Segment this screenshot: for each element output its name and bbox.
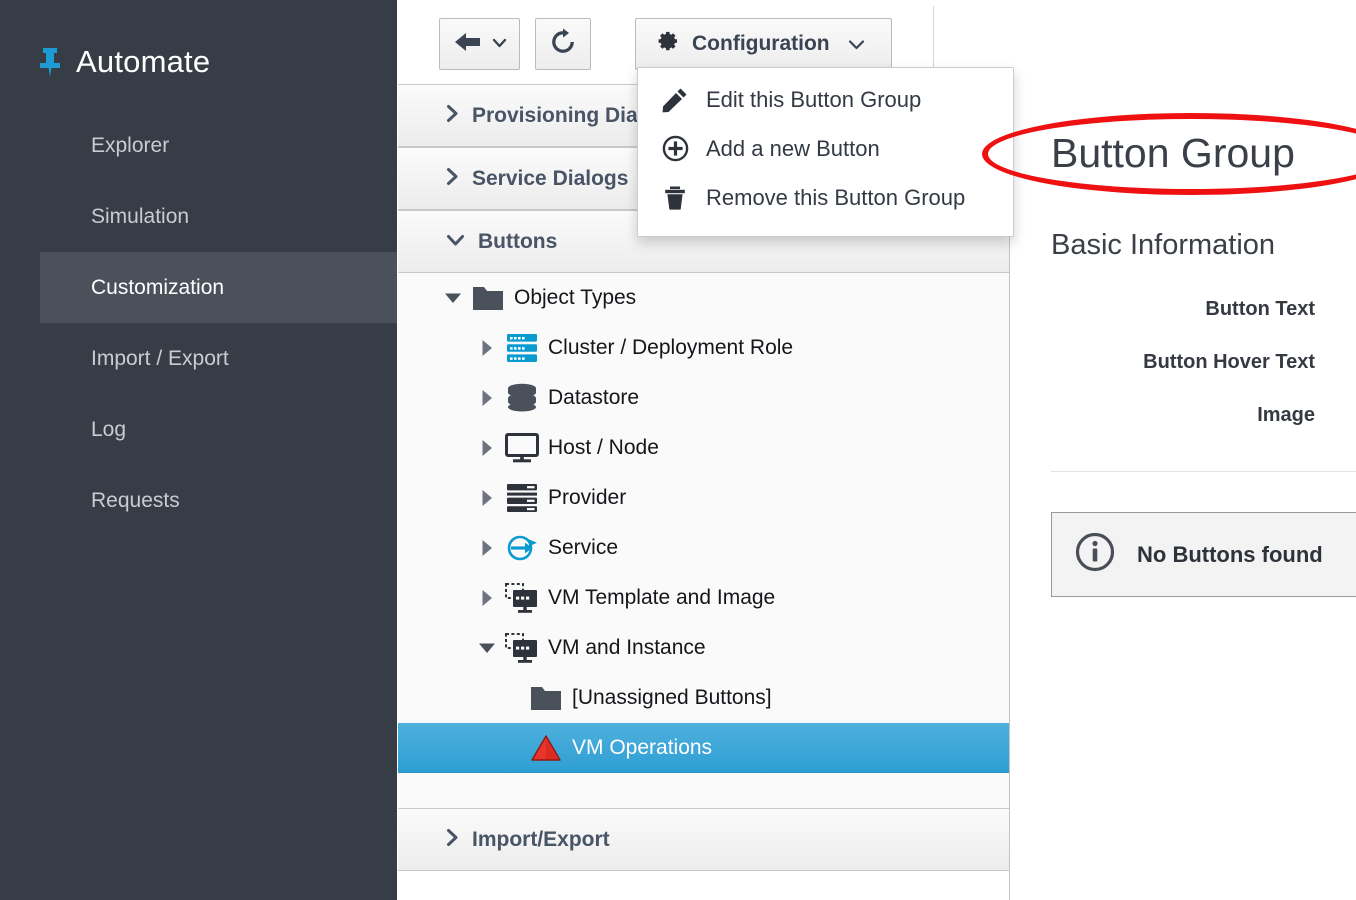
empty-state-panel: No Buttons found <box>1051 512 1356 597</box>
vm-template-icon <box>502 583 542 614</box>
sidebar-item-label: Simulation <box>91 205 189 229</box>
accordion-header-import-export[interactable]: Import/Export <box>398 808 1009 871</box>
caret-right-icon[interactable] <box>472 389 502 407</box>
detail-panel: Button Group Basic Information Button Te… <box>1011 84 1356 900</box>
app-root: Automate Explorer Simulation Customizati… <box>0 0 1356 900</box>
tree-node-label: VM Operations <box>572 736 712 760</box>
sidebar-nav: Explorer Simulation Customization Import… <box>0 110 397 536</box>
menu-item-label: Add a new Button <box>706 136 880 162</box>
tree-node-object-types[interactable]: Object Types <box>398 273 1009 323</box>
caret-right-icon[interactable] <box>472 539 502 557</box>
buttons-tree: Object Types <box>398 273 1009 808</box>
sidebar-item-label: Explorer <box>91 134 169 158</box>
field-label-button-hover-text: Button Hover Text <box>1051 351 1315 374</box>
caret-right-icon[interactable] <box>472 339 502 357</box>
service-icon <box>502 533 542 563</box>
empty-state-text: No Buttons found <box>1137 542 1323 568</box>
cluster-icon <box>502 333 542 363</box>
pin-icon <box>36 45 64 79</box>
sidebar-item-simulation[interactable]: Simulation <box>40 181 397 252</box>
tree-node-label: Provider <box>548 486 626 510</box>
accordion-header-label: Service Dialogs <box>472 167 628 191</box>
reload-icon <box>549 28 577 61</box>
tree-node-label: VM Template and Image <box>548 586 775 610</box>
folder-icon <box>468 285 508 312</box>
main-content: Configuration Edit this Button Grou <box>397 0 1356 900</box>
sidebar-item-label: Requests <box>91 489 180 513</box>
chevron-right-icon <box>446 828 459 851</box>
tree-node-label: Service <box>548 536 618 560</box>
tree-node-label: Datastore <box>548 386 639 410</box>
field-label-button-text: Button Text <box>1051 298 1315 321</box>
sidebar-item-log[interactable]: Log <box>40 394 397 465</box>
accordion-header-label: Buttons <box>478 230 557 254</box>
sidebar: Automate Explorer Simulation Customizati… <box>0 0 397 900</box>
trash-icon <box>660 185 690 211</box>
configuration-label: Configuration <box>692 32 830 56</box>
gear-icon <box>656 29 680 59</box>
chevron-down-icon <box>492 35 507 53</box>
menu-item-label: Remove this Button Group <box>706 185 965 211</box>
field-label-image: Image <box>1051 404 1315 427</box>
page-title: Button Group <box>1051 130 1356 177</box>
caret-right-icon[interactable] <box>472 439 502 457</box>
tree-bottom-spacer <box>398 773 1009 808</box>
plus-circle-icon <box>660 135 690 162</box>
info-circle-icon <box>1075 532 1115 577</box>
sidebar-item-label: Customization <box>91 276 224 300</box>
tree-node-label: Cluster / Deployment Role <box>548 336 793 360</box>
tree-node-vm-template-and-image[interactable]: VM Template and Image <box>398 573 1009 623</box>
tree-node-service[interactable]: Service <box>398 523 1009 573</box>
chevron-down-icon <box>848 32 865 56</box>
datastore-icon <box>502 383 542 413</box>
tree-node-provider[interactable]: Provider <box>398 473 1009 523</box>
tree-node-unassigned-buttons[interactable]: [Unassigned Buttons] <box>398 673 1009 723</box>
sidebar-item-label: Import / Export <box>91 347 229 371</box>
accordion-header-label: Import/Export <box>472 828 610 852</box>
brand: Automate <box>0 30 397 94</box>
tree-node-cluster-deployment-role[interactable]: Cluster / Deployment Role <box>398 323 1009 373</box>
caret-right-icon[interactable] <box>472 489 502 507</box>
back-arrow-icon <box>453 30 483 59</box>
configuration-dropdown-menu: Edit this Button Group Add a new Button <box>637 67 1014 237</box>
tree-node-host-node[interactable]: Host / Node <box>398 423 1009 473</box>
menu-item-add-new-button[interactable]: Add a new Button <box>638 124 1013 173</box>
section-heading: Basic Information <box>1051 229 1356 262</box>
reload-button[interactable] <box>535 18 591 70</box>
caret-down-icon[interactable] <box>438 292 468 304</box>
tree-node-vm-operations[interactable]: VM Operations <box>398 723 1009 773</box>
chevron-right-icon <box>446 104 459 127</box>
tree-node-label: Host / Node <box>548 436 659 460</box>
folder-icon <box>526 685 566 712</box>
menu-item-label: Edit this Button Group <box>706 87 921 113</box>
tree-node-label: VM and Instance <box>548 636 706 660</box>
sidebar-item-customization[interactable]: Customization <box>40 252 397 323</box>
back-button[interactable] <box>439 18 520 70</box>
menu-item-remove-button-group[interactable]: Remove this Button Group <box>638 173 1013 222</box>
configuration-button[interactable]: Configuration <box>635 18 892 70</box>
tree-node-label: Object Types <box>514 286 636 310</box>
sidebar-item-requests[interactable]: Requests <box>40 465 397 536</box>
divider <box>1051 471 1356 472</box>
vm-instance-icon <box>502 633 542 664</box>
sidebar-item-explorer[interactable]: Explorer <box>40 110 397 181</box>
host-icon <box>502 433 542 463</box>
caret-right-icon[interactable] <box>472 589 502 607</box>
caret-down-icon[interactable] <box>472 642 502 654</box>
brand-title: Automate <box>76 44 210 80</box>
tree-node-label: [Unassigned Buttons] <box>572 686 772 710</box>
tree-node-datastore[interactable]: Datastore <box>398 373 1009 423</box>
red-triangle-icon <box>526 734 566 762</box>
tree-node-vm-and-instance[interactable]: VM and Instance <box>398 623 1009 673</box>
sidebar-item-import-export[interactable]: Import / Export <box>40 323 397 394</box>
chevron-right-icon <box>446 167 459 190</box>
menu-item-edit-button-group[interactable]: Edit this Button Group <box>638 75 1013 124</box>
provider-icon <box>502 483 542 513</box>
chevron-down-icon <box>446 232 465 251</box>
sidebar-item-label: Log <box>91 418 126 442</box>
pencil-icon <box>660 87 690 113</box>
